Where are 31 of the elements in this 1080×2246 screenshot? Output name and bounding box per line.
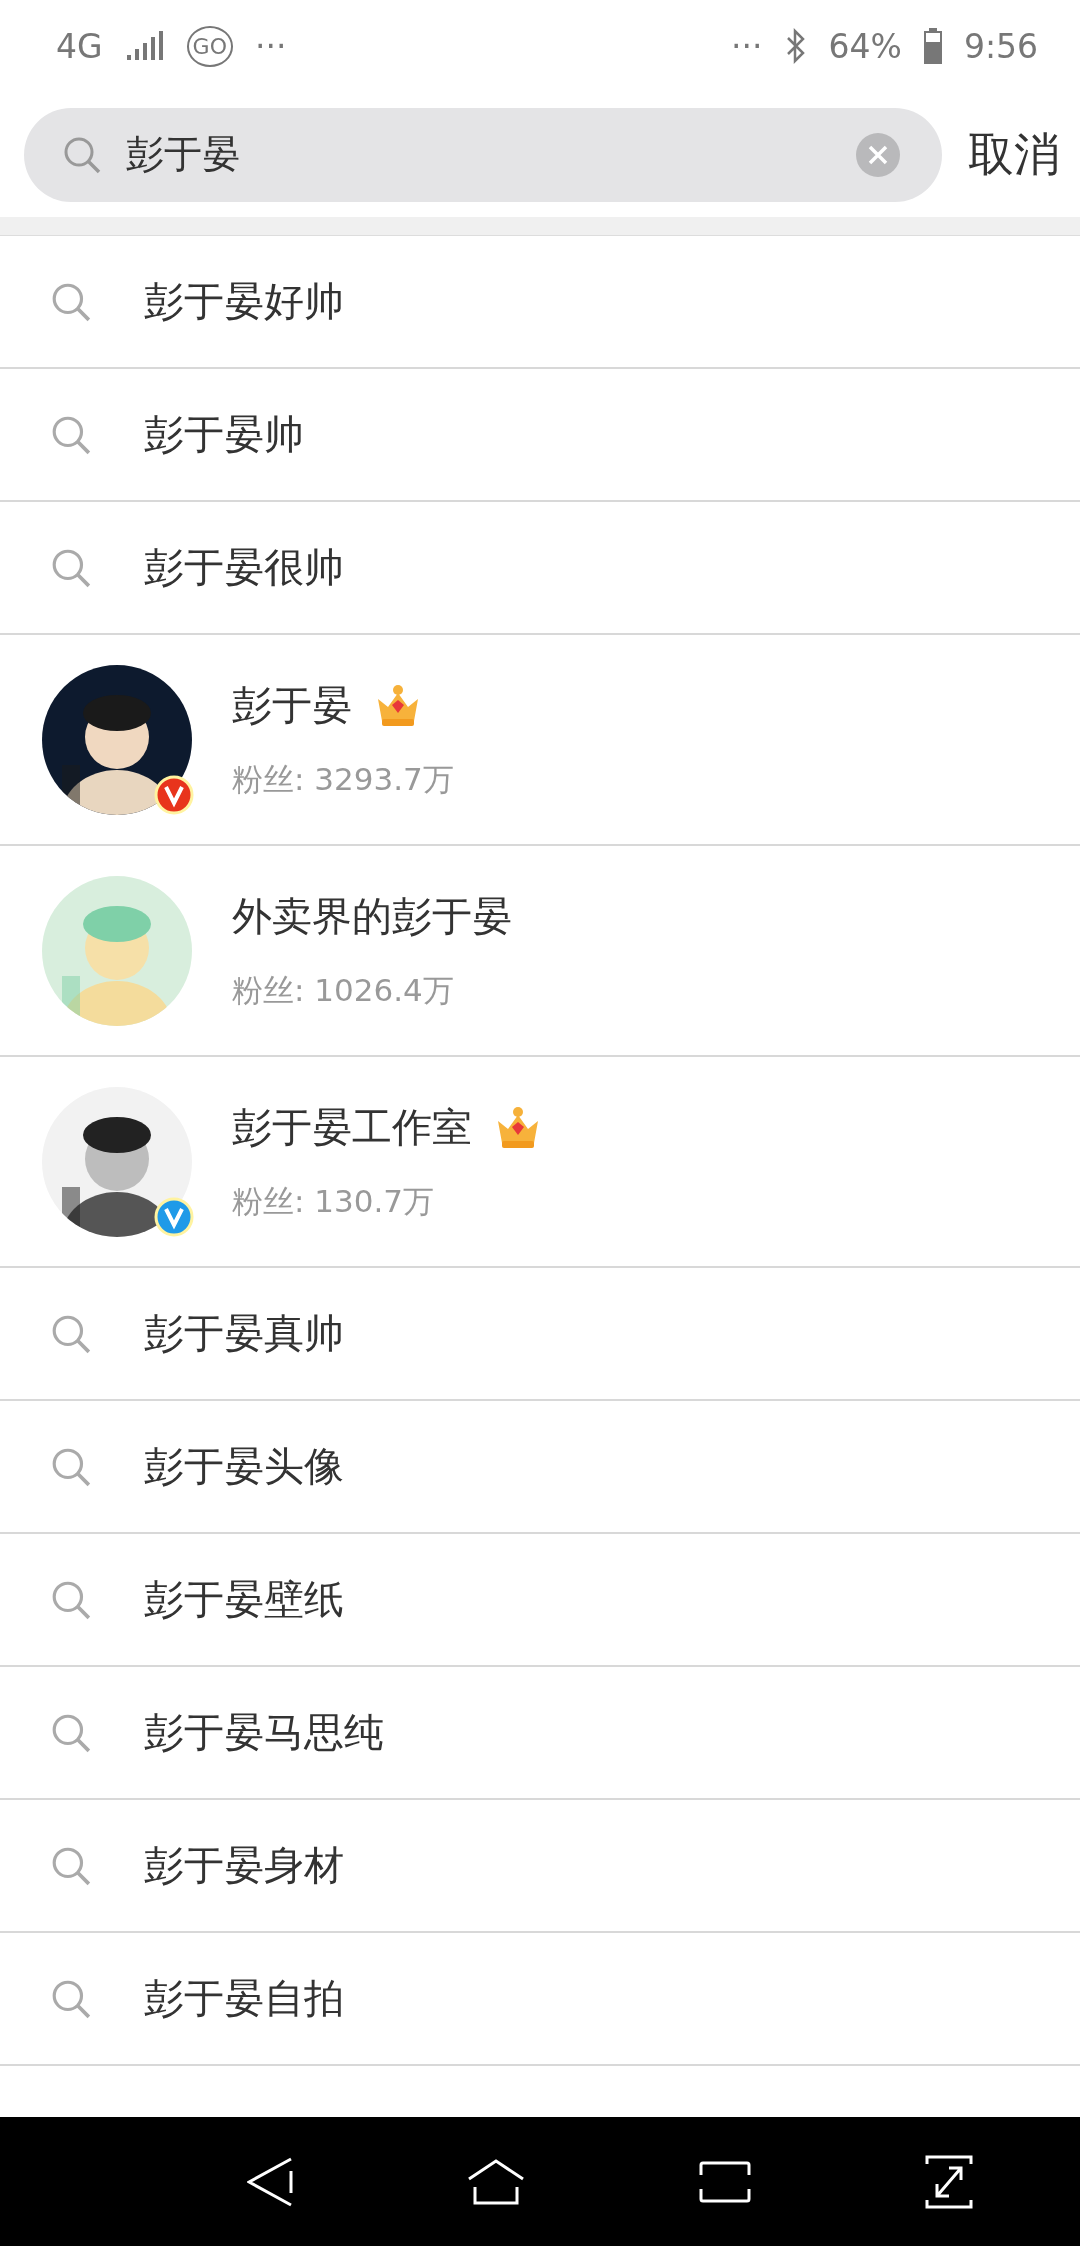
battery-percent: 64%	[828, 26, 902, 66]
suggestion-item[interactable]: 彭于晏头像	[144, 1439, 344, 1494]
search-query: 彭于晏	[126, 131, 241, 178]
suggestion-item[interactable]: 彭于晏壁纸	[144, 1572, 344, 1627]
suggestion-item[interactable]: 彭于晏自拍	[144, 1971, 344, 2026]
suggestion-item[interactable]: 彭于晏帅	[144, 407, 304, 462]
network-type: 4G	[56, 26, 103, 66]
more-indicator: ···	[731, 26, 763, 66]
back-icon[interactable]	[247, 2156, 293, 2207]
follower-count: 粉丝: 1026.4万	[232, 971, 455, 1010]
carrier-badge: GO	[186, 25, 233, 67]
home-icon[interactable]	[467, 2158, 525, 2205]
follower-count: 粉丝: 130.7万	[232, 1182, 436, 1221]
suggestion-item[interactable]: 彭于晏马思纯	[144, 1705, 384, 1760]
user-name[interactable]: 彭于晏工作室	[232, 1100, 472, 1155]
suggestion-item[interactable]: 彭于晏身材	[144, 1838, 344, 1893]
clock: 9:56	[963, 26, 1038, 66]
battery-icon	[923, 28, 942, 64]
bluetooth-icon	[784, 28, 807, 64]
expand-icon[interactable]	[925, 2153, 973, 2210]
suggestion-item[interactable]: 彭于晏好帅	[144, 274, 344, 329]
user-name[interactable]: 彭于晏	[232, 678, 352, 733]
follower-count: 粉丝: 3293.7万	[232, 760, 454, 799]
signal-icon	[124, 31, 165, 61]
user-name[interactable]: 外卖界的彭于晏	[232, 889, 512, 944]
recent-apps-icon[interactable]	[699, 2160, 751, 2203]
cancel-button[interactable]: 取消	[968, 123, 1060, 186]
more-indicator: ···	[254, 26, 287, 66]
search-field[interactable]: 彭于晏	[24, 107, 942, 202]
suggestion-item[interactable]: 彭于晏很帅	[144, 540, 344, 595]
suggestion-item[interactable]: 彭于晏真帅	[144, 1306, 344, 1361]
